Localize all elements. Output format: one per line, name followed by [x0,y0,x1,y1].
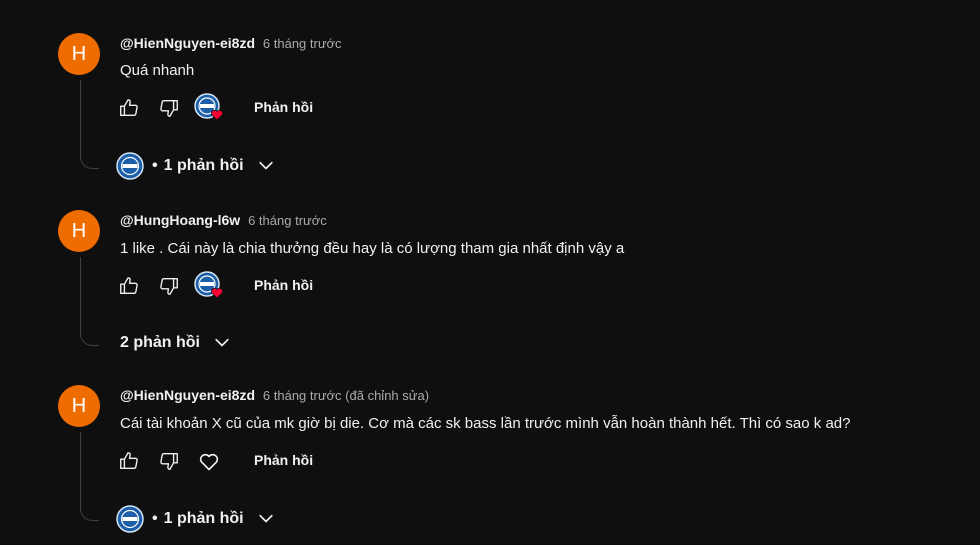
avatar[interactable]: H [58,33,100,75]
replies-count: 1 phản hồi [163,157,244,174]
comment-header: @HienNguyen-ei8zd 6 tháng trước [120,35,342,51]
thread-connector-line [80,80,99,169]
creator-heart-badge[interactable] [194,93,224,123]
comment-text: 1 like . Cái này là chia thưởng đều hay … [120,240,625,257]
comment-author[interactable]: @HienNguyen-ei8zd [120,387,255,403]
creator-heart-icon [194,271,223,299]
like-button[interactable] [118,97,140,119]
replies-count: 2 phản hồi [120,334,200,351]
avatar[interactable]: H [58,210,100,252]
separator-dot: • [152,157,158,174]
channel-avatar-icon [116,505,144,533]
thread-connector-line [80,432,99,521]
avatar-letter: H [71,219,87,242]
comment-time[interactable]: 6 tháng trước [248,213,327,228]
chevron-down-icon [258,161,273,170]
comment-text: Cái tài khoản X cũ của mk giờ bị die. Cơ… [120,415,851,432]
comment-time[interactable]: 6 tháng trước [263,36,342,51]
comment-author[interactable]: @HienNguyen-ei8zd [120,35,255,51]
avatar[interactable]: H [58,385,100,427]
thumb-up-icon [120,452,138,470]
reply-button[interactable]: Phản hồi [254,277,313,293]
avatar-letter: H [71,394,87,417]
dislike-button[interactable] [158,450,180,472]
heart-outline-icon [199,453,219,471]
view-replies-button[interactable]: • 1 phản hồi [116,150,276,182]
replies-count: 1 phản hồi [163,510,244,527]
chevron-down-icon [258,514,273,523]
thread-connector-line [80,257,99,346]
creator-heart-icon [194,93,223,121]
like-button[interactable] [118,275,140,297]
comment-header: @HungHoang-l6w 6 tháng trước [120,212,327,228]
avatar-letter: H [71,42,87,65]
comment-actions: Phản hồi [118,446,418,476]
dislike-button[interactable] [158,275,180,297]
thumb-down-icon [160,452,178,470]
channel-avatar-icon [116,152,144,180]
creator-heart-badge[interactable] [194,271,224,301]
dislike-button[interactable] [158,97,180,119]
reply-button[interactable]: Phản hồi [254,452,313,468]
like-button[interactable] [118,450,140,472]
comment-time[interactable]: 6 tháng trước (đã chỉnh sửa) [263,388,429,403]
comment-text: Quá nhanh [120,62,195,79]
thumb-down-icon [160,277,178,295]
reply-button[interactable]: Phản hồi [254,99,313,115]
separator-dot: • [152,510,158,527]
thumb-down-icon [160,99,178,117]
comments-section: H @HienNguyen-ei8zd 6 tháng trước Quá nh… [0,0,980,545]
comment-actions: Phản hồi [118,271,418,301]
heart-button[interactable] [197,449,221,473]
view-replies-button[interactable]: 2 phản hồi [120,327,232,359]
view-replies-button[interactable]: • 1 phản hồi [116,503,276,535]
chevron-down-icon [215,338,229,347]
thumb-up-icon [120,277,138,295]
comment-header: @HienNguyen-ei8zd 6 tháng trước (đã chỉn… [120,387,429,403]
comment-actions: Phản hồi [118,93,418,123]
thumb-up-icon [120,99,138,117]
comment-author[interactable]: @HungHoang-l6w [120,212,240,228]
